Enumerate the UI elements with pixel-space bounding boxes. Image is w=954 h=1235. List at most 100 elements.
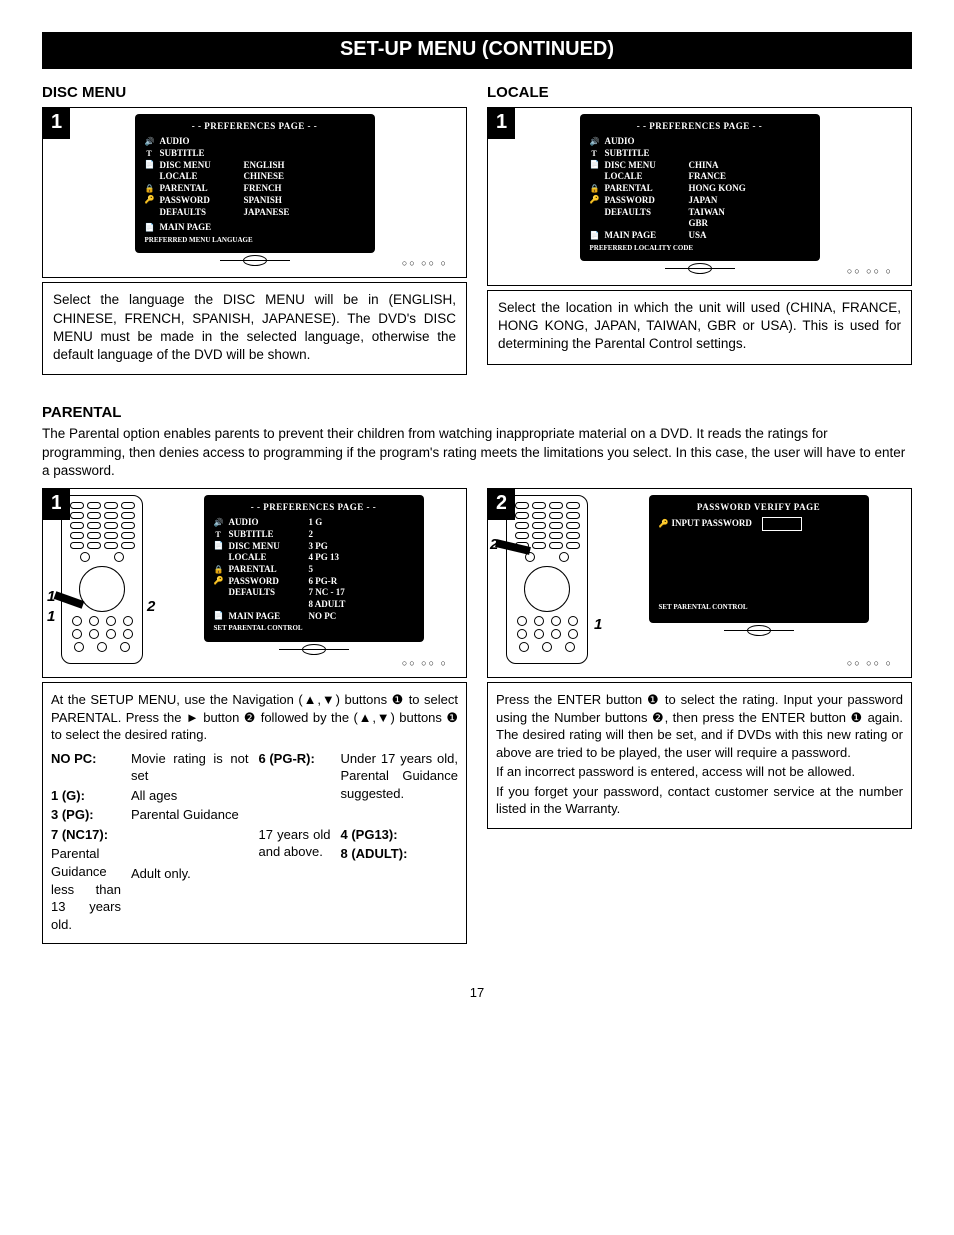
main-page-link: MAIN PAGE bbox=[229, 611, 303, 623]
menu-value: 5 bbox=[309, 564, 414, 576]
menu-item: DEFAULTS bbox=[605, 207, 683, 219]
rating-desc: Under 17 years old, Parental Guidance su… bbox=[341, 750, 459, 824]
screen-title: - - PREFERENCES PAGE - - bbox=[214, 501, 414, 513]
main-page-link: MAIN PAGE bbox=[160, 222, 238, 234]
page-icon: 📄 bbox=[214, 611, 223, 621]
callout-arrow-icon bbox=[494, 535, 540, 565]
screen-footer: PREFERRED MENU LANGUAGE bbox=[145, 236, 365, 245]
tv-graphic: - - PREFERENCES PAGE - - 🔊 AUDIO 1 G T SUBT… bbox=[204, 495, 424, 660]
menu-item: LOCALE bbox=[160, 171, 238, 183]
main-page-link: MAIN PAGE bbox=[605, 230, 683, 242]
menu-value: 7 NC - 17 bbox=[309, 587, 414, 599]
tv-buttons-icon: ○○ ○○ ○ bbox=[847, 657, 893, 669]
screen-footer: SET PARENTAL CONTROL bbox=[214, 624, 414, 633]
key-icon: 🔑 bbox=[214, 576, 223, 586]
parental-steps-row: 1 1 1 bbox=[42, 488, 912, 944]
screen-footer: SET PARENTAL CONTROL bbox=[659, 603, 859, 612]
menu-item: DISC MENU bbox=[160, 160, 238, 172]
tv-stand-icon bbox=[135, 253, 375, 271]
menu-value: NO PC bbox=[309, 611, 414, 623]
parental-intro-text: The Parental option enables parents to p… bbox=[42, 425, 912, 480]
rating-label: 3 (PG): bbox=[51, 806, 121, 824]
menu-value: SPANISH bbox=[244, 195, 365, 207]
step-badge: 1 bbox=[488, 108, 515, 139]
menu-value: TAIWAN bbox=[689, 207, 810, 219]
parental-step2-desc-b: If an incorrect password is entered, acc… bbox=[496, 763, 903, 781]
remote-graphic: 2 1 bbox=[494, 495, 604, 664]
menu-item: SUBTITLE bbox=[160, 148, 238, 160]
menu-value: 6 PG-R bbox=[309, 576, 414, 588]
lock-icon: 🔒 bbox=[145, 184, 154, 194]
text-icon: T bbox=[214, 530, 223, 540]
preferences-screen: - - PREFERENCES PAGE - - 🔊 AUDIO 1 G T SUBT… bbox=[204, 495, 424, 642]
rating-desc: Parental Guidance less than 13 years old… bbox=[51, 845, 121, 933]
menu-item: LOCALE bbox=[605, 171, 683, 183]
menu-value: JAPANESE bbox=[244, 207, 365, 219]
rating-desc: 17 years old and above. bbox=[259, 826, 331, 863]
parental-section: PARENTAL The Parental option enables par… bbox=[42, 403, 912, 480]
step-badge: 1 bbox=[43, 108, 70, 139]
page-icon: 📄 bbox=[145, 223, 154, 233]
menu-item: DEFAULTS bbox=[160, 207, 238, 219]
menu-item: SUBTITLE bbox=[229, 529, 303, 541]
menu-value: 1 G bbox=[309, 517, 414, 529]
text-icon: T bbox=[590, 149, 599, 159]
tv-buttons-icon: ○○ ○○ ○ bbox=[847, 265, 893, 277]
page-icon: 📄 bbox=[145, 160, 154, 170]
parental-step2-desc-a: Press the ENTER button ❶ to select the r… bbox=[496, 691, 903, 761]
parental-step1-panel: 1 1 1 bbox=[42, 488, 467, 678]
parental-step2-desc-c: If you forget your password, contact cus… bbox=[496, 783, 903, 818]
parental-step1-desc: At the SETUP MENU, use the Navigation (▲… bbox=[51, 691, 458, 744]
rating-desc: All ages bbox=[131, 787, 249, 805]
menu-item: AUDIO bbox=[229, 517, 303, 529]
menu-value: ENGLISH bbox=[244, 160, 365, 172]
password-screen: PASSWORD VERIFY PAGE 🔑INPUT PASSWORD SET… bbox=[649, 495, 869, 623]
menu-item: PASSWORD bbox=[229, 576, 303, 588]
parental-step1-desc-panel: At the SETUP MENU, use the Navigation (▲… bbox=[42, 682, 467, 944]
input-password-label: INPUT PASSWORD bbox=[672, 518, 752, 530]
rating-desc: Movie rating is not set bbox=[131, 750, 249, 785]
parental-step2-panel: 2 2 1 bbox=[487, 488, 912, 678]
menu-value: CHINESE bbox=[244, 171, 365, 183]
disc-menu-col: DISC MENU 1 - - PREFERENCES PAGE - - 🔊AU… bbox=[42, 83, 467, 375]
page-icon: 📄 bbox=[590, 160, 599, 170]
page-icon: 📄 bbox=[214, 541, 223, 551]
menu-value: USA bbox=[689, 230, 810, 242]
menu-item: DISC MENU bbox=[605, 160, 683, 172]
row-disc-locale: DISC MENU 1 - - PREFERENCES PAGE - - 🔊AU… bbox=[42, 83, 912, 375]
section-title: SET-UP MENU (CONTINUED) bbox=[42, 32, 912, 69]
menu-item: PARENTAL bbox=[160, 183, 238, 195]
parental-step1-col: 1 1 1 bbox=[42, 488, 467, 944]
disc-menu-step-panel: 1 - - PREFERENCES PAGE - - 🔊AUDIO TSUBTI… bbox=[42, 107, 467, 278]
lock-icon: 🔒 bbox=[214, 565, 223, 575]
locale-col: LOCALE 1 - - PREFERENCES PAGE - - 🔊AUDIO… bbox=[487, 83, 912, 375]
speaker-icon: 🔊 bbox=[214, 518, 223, 528]
remote-graphic: 1 1 2 bbox=[49, 495, 159, 664]
locale-desc-panel: Select the location in which the unit wi… bbox=[487, 290, 912, 365]
page-number: 17 bbox=[42, 984, 912, 1002]
menu-item: SUBTITLE bbox=[605, 148, 683, 160]
rating-label: 7 (NC17): bbox=[51, 826, 121, 844]
page-icon: 📄 bbox=[590, 231, 599, 241]
screen-title: - - PREFERENCES PAGE - - bbox=[145, 120, 365, 132]
tv-graphic: - - PREFERENCES PAGE - - 🔊AUDIO TSUBTITL… bbox=[135, 114, 375, 271]
rating-label: 4 (PG13): bbox=[341, 826, 459, 844]
menu-value: FRANCE bbox=[689, 171, 810, 183]
key-icon: 🔑 bbox=[659, 519, 668, 529]
rating-label: 1 (G): bbox=[51, 787, 121, 805]
rating-desc: Adult only. bbox=[131, 865, 249, 883]
menu-item: DISC MENU bbox=[229, 541, 303, 553]
menu-item: PARENTAL bbox=[605, 183, 683, 195]
rating-label: NO PC: bbox=[51, 750, 121, 785]
locale-step-panel: 1 - - PREFERENCES PAGE - - 🔊AUDIO TSUBTI… bbox=[487, 107, 912, 286]
preferences-screen: - - PREFERENCES PAGE - - 🔊AUDIO TSUBTITL… bbox=[135, 114, 375, 253]
menu-item: LOCALE bbox=[229, 552, 303, 564]
locale-description: Select the location in which the unit wi… bbox=[498, 299, 901, 354]
callout-arrow-icon bbox=[53, 587, 93, 627]
menu-item: AUDIO bbox=[605, 136, 683, 148]
menu-value: 4 PG 13 bbox=[309, 552, 414, 564]
menu-value: GBR bbox=[689, 218, 810, 230]
menu-item: DEFAULTS bbox=[229, 587, 303, 599]
rating-desc: Parental Guidance bbox=[131, 806, 249, 843]
rating-label: 6 (PG-R): bbox=[259, 750, 331, 785]
